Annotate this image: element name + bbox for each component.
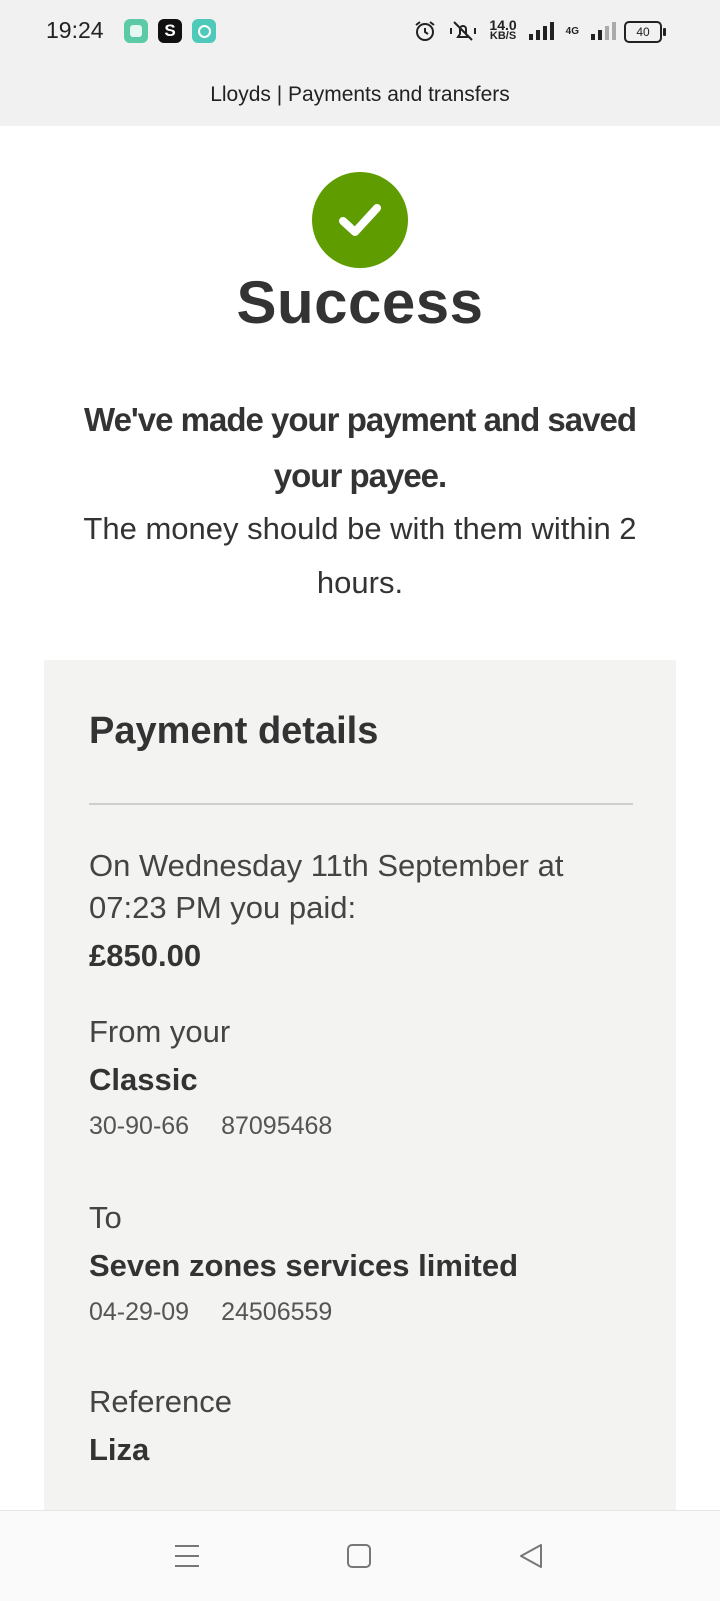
alarm-icon xyxy=(415,21,436,41)
network-type: 4G xyxy=(565,25,579,37)
success-check-icon xyxy=(312,172,408,268)
to-account-numbers: 04-29-09 24506559 xyxy=(89,1298,332,1327)
payee-name: Seven zones services limited xyxy=(89,1248,519,1283)
notification-app-icon xyxy=(192,19,216,43)
back-button[interactable] xyxy=(472,1511,592,1601)
reference-label: Reference xyxy=(89,1384,233,1419)
signal-strength-icon xyxy=(528,22,554,40)
success-title: Success xyxy=(236,269,484,336)
to-label: To xyxy=(89,1200,122,1235)
system-nav-bar xyxy=(0,1510,720,1601)
back-triangle-icon xyxy=(520,1544,542,1568)
payment-details-card: Payment details On Wednesday 11th Septem… xyxy=(44,660,676,1510)
signal-strength-2-icon xyxy=(591,22,616,40)
payment-amount: £850.00 xyxy=(89,938,202,973)
home-square-icon xyxy=(347,1544,371,1568)
home-button[interactable] xyxy=(300,1511,420,1601)
payment-details-heading: Payment details xyxy=(89,710,379,752)
to-account-number: 24506559 xyxy=(221,1298,333,1326)
status-time: 19:24 xyxy=(46,17,104,43)
skype-notification-icon: S xyxy=(158,19,182,43)
muted-bell-icon xyxy=(450,21,477,41)
to-sort-code: 04-29-09 xyxy=(89,1298,190,1326)
from-sort-code: 30-90-66 xyxy=(89,1112,190,1140)
reference-value: Liza xyxy=(89,1432,150,1467)
from-label: From your xyxy=(89,1014,231,1049)
divider xyxy=(89,803,633,805)
success-message: The money should be with them within 2 h… xyxy=(83,511,637,600)
network-speed: 14.0 KB/S xyxy=(489,17,517,42)
from-account-name: Classic xyxy=(89,1062,198,1097)
from-account-number: 87095468 xyxy=(221,1112,333,1140)
from-account-numbers: 30-90-66 87095468 xyxy=(89,1112,332,1141)
menu-icon xyxy=(175,1545,199,1567)
battery-indicator: 40 xyxy=(624,21,666,43)
recent-apps-button[interactable] xyxy=(128,1511,248,1601)
app-bar-title: Lloyds | Payments and transfers xyxy=(0,64,720,126)
payment-date-text: On Wednesday 11th September at 07:23 PM … xyxy=(89,848,564,925)
status-bar: 19:24 S 14.0 KB/S 4G 40 xyxy=(0,0,720,64)
status-indicators: 14.0 KB/S 4G xyxy=(413,16,616,46)
success-message-bold: We've made your payment and saved your p… xyxy=(84,401,637,494)
notification-app-icon xyxy=(124,19,148,43)
